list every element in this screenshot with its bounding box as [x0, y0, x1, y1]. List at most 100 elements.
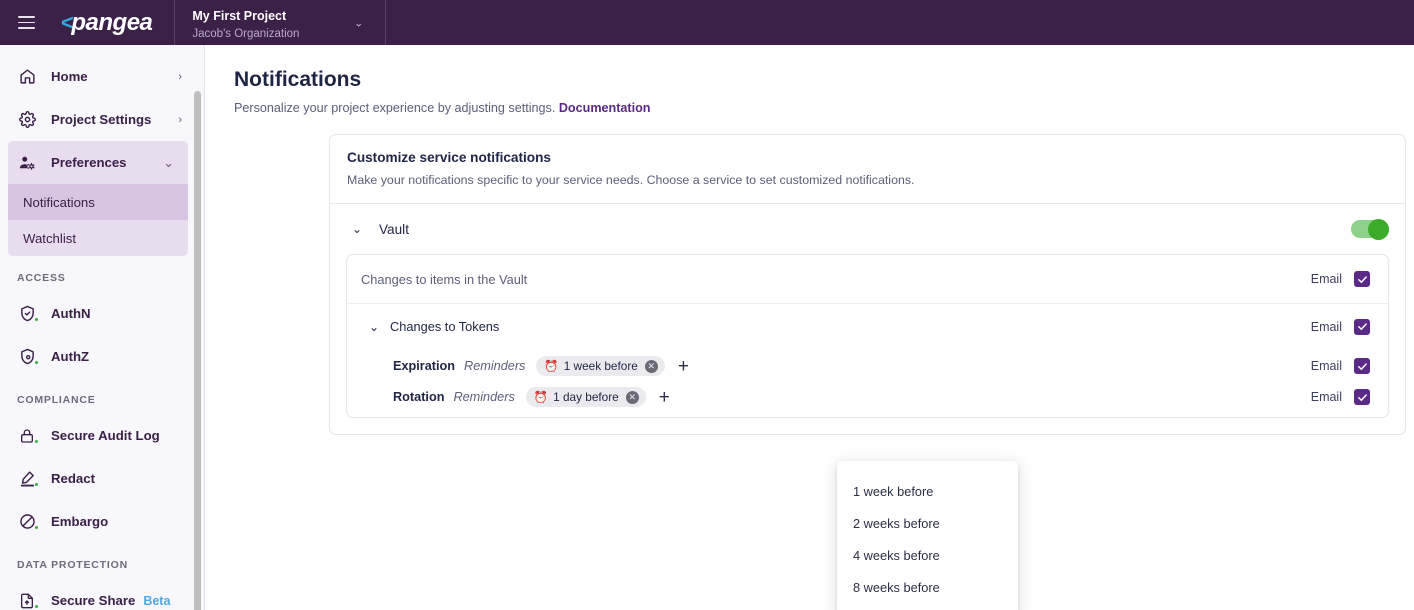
sidebar-item-label: Redact: [51, 471, 95, 486]
sidebar-section-access: ACCESS: [17, 272, 66, 284]
sidebar-item-embargo[interactable]: Embargo: [0, 500, 196, 543]
dropdown-option-8-weeks[interactable]: 8 weeks before: [837, 571, 1018, 603]
reminder-line: Rotation Reminders ⏰ 1 day before ✕ +: [393, 387, 670, 407]
email-label: Email: [1310, 390, 1342, 404]
sidebar-item-label: Secure Share: [51, 593, 136, 608]
sidebar-item-home[interactable]: Home ›: [0, 55, 196, 98]
notification-row-vault-items: Changes to items in the Vault Email: [347, 255, 1388, 303]
email-label: Email: [1310, 272, 1342, 286]
shield-check-icon: [16, 305, 39, 322]
status-dot: [34, 525, 39, 530]
sidebar-subitem-label: Notifications: [23, 194, 95, 210]
sidebar-item-project-settings[interactable]: Project Settings ›: [0, 98, 196, 141]
reminder-row-rotation: Rotation Reminders ⏰ 1 day before ✕ + Em…: [347, 383, 1388, 417]
sidebar-section-data-protection: DATA PROTECTION: [17, 559, 128, 571]
reminder-line: Expiration Reminders ⏰ 1 week before ✕ +: [393, 356, 689, 376]
chevron-down-icon: ⌄: [354, 17, 364, 29]
file-upload-icon: [16, 593, 39, 609]
chevron-down-icon[interactable]: ⌄: [369, 320, 384, 334]
reminder-controls: Email: [1311, 389, 1370, 405]
chevron-down-icon: ⌄: [163, 154, 174, 170]
sidebar-item-authz[interactable]: AuthZ: [0, 335, 196, 378]
user-settings-icon: [16, 154, 38, 172]
reminder-row-expiration: Expiration Reminders ⏰ 1 week before ✕ +…: [347, 349, 1388, 383]
sidebar-item-label: Preferences: [51, 155, 127, 170]
logo-text: pangea: [71, 8, 153, 36]
top-bar: < pangea My First Project Jacob's Organiz…: [0, 0, 1414, 45]
add-reminder-button[interactable]: +: [659, 388, 670, 407]
beta-badge: Beta: [143, 593, 171, 608]
reminder-controls: Email: [1311, 358, 1370, 374]
organization-name: Jacob's Organization: [192, 28, 300, 40]
email-checkbox[interactable]: [1354, 358, 1370, 374]
toggle-knob: [1368, 218, 1389, 240]
sidebar-scrollbar[interactable]: [194, 91, 201, 610]
home-icon: [16, 68, 38, 85]
add-reminder-button[interactable]: +: [678, 357, 689, 376]
card-title: Customize service notifications: [347, 150, 551, 165]
email-label: Email: [1310, 359, 1342, 373]
row-controls: Email: [1311, 271, 1370, 287]
remove-chip-icon[interactable]: ✕: [644, 359, 658, 373]
vault-notifications-panel: Changes to items in the Vault Email ⌄ Ch…: [346, 254, 1389, 418]
email-label: Email: [1310, 319, 1342, 334]
service-name: Vault: [379, 221, 409, 237]
email-checkbox[interactable]: [1354, 318, 1370, 335]
shield-lock-icon: [16, 348, 39, 365]
chevron-right-icon: ›: [178, 113, 182, 126]
page-subtitle: Personalize your project experience by a…: [205, 92, 1414, 115]
sidebar-item-secure-audit-log[interactable]: Secure Audit Log: [0, 414, 196, 457]
pencil-icon: [16, 470, 39, 487]
dropdown-option-2-weeks[interactable]: 2 weeks before: [837, 507, 1018, 539]
sidebar-preferences-group: Preferences ⌄ Notifications Watchlist: [8, 141, 188, 256]
chevron-down-icon[interactable]: ⌄: [352, 222, 367, 236]
sidebar-subitem-label: Watchlist: [23, 230, 77, 246]
sidebar-item-preferences[interactable]: Preferences ⌄: [8, 141, 188, 184]
reminder-name: Rotation: [393, 390, 445, 404]
status-dot: [34, 603, 39, 609]
reminder-chip-label: 1 day before: [553, 390, 619, 404]
page-subtitle-text: Personalize your project experience by a…: [234, 101, 556, 115]
project-selector[interactable]: My First Project Jacob's Organization ⌄: [175, 0, 385, 45]
page-title: Notifications: [234, 68, 362, 91]
sidebar-item-authn[interactable]: AuthN: [0, 292, 196, 335]
alarm-clock-icon: ⏰: [544, 361, 559, 373]
no-entry-icon: [16, 513, 39, 530]
chevron-right-icon: ›: [178, 70, 182, 83]
pangea-logo[interactable]: < pangea: [61, 0, 153, 45]
status-dot: [34, 482, 39, 487]
sidebar-item-redact[interactable]: Redact: [0, 457, 196, 500]
sidebar-item-label: Project Settings: [51, 112, 152, 127]
sidebar-item-label: Home: [51, 69, 88, 84]
project-name: My First Project: [192, 9, 287, 23]
notification-label: Changes to items in the Vault: [361, 271, 528, 287]
reminder-name: Expiration: [393, 359, 456, 373]
lock-icon: [16, 428, 39, 444]
sidebar-item-watchlist[interactable]: Watchlist: [8, 220, 188, 256]
sidebar-item-notifications[interactable]: Notifications: [8, 184, 188, 220]
notifications-card: Customize service notifications Make you…: [329, 134, 1406, 435]
remove-chip-icon[interactable]: ✕: [625, 390, 639, 404]
reminder-options-dropdown: 1 week before 2 weeks before 4 weeks bef…: [837, 461, 1018, 610]
reminder-chip: ⏰ 1 day before ✕: [525, 387, 646, 407]
reminders-word: Reminders: [453, 390, 515, 404]
sidebar-item-secure-share[interactable]: Secure Share Beta: [0, 579, 196, 610]
dropdown-option-1-week[interactable]: 1 week before: [837, 475, 1018, 507]
dropdown-option-4-weeks[interactable]: 4 weeks before: [837, 539, 1018, 571]
status-dot: [34, 438, 39, 444]
sidebar-item-label: AuthZ: [51, 349, 90, 364]
vault-enabled-toggle[interactable]: [1351, 218, 1389, 240]
email-checkbox[interactable]: [1354, 271, 1370, 287]
status-dot: [34, 360, 39, 365]
main-content: Notifications Personalize your project e…: [205, 45, 1414, 610]
reminder-chip-label: 1 week before: [563, 359, 638, 373]
reminders-word: Reminders: [464, 359, 526, 373]
hamburger-icon[interactable]: [4, 0, 49, 45]
gear-icon: [16, 111, 38, 128]
topbar-divider-2: [385, 0, 387, 45]
group-controls: Email: [1310, 318, 1370, 335]
email-checkbox[interactable]: [1354, 389, 1370, 405]
reminder-chip: ⏰ 1 week before ✕: [536, 356, 665, 376]
documentation-link[interactable]: Documentation: [559, 101, 651, 115]
service-row-vault: ⌄ Vault: [330, 204, 1405, 254]
